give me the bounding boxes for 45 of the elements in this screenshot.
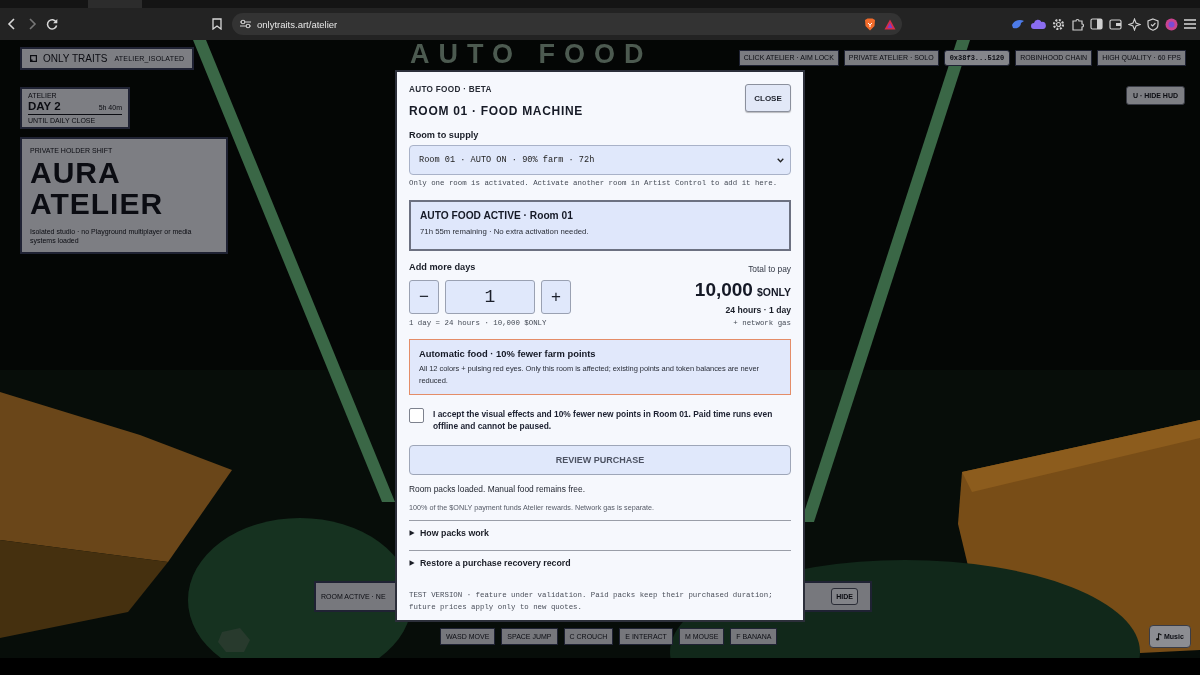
- disclosure-toggle[interactable]: Restore a purchase recovery record: [409, 550, 791, 580]
- sidebar-icon[interactable]: [1090, 18, 1103, 30]
- status-title: AUTO FOOD ACTIVE · Room 01: [420, 210, 574, 222]
- wallet-icon[interactable]: [1109, 18, 1122, 30]
- reload-icon[interactable]: [46, 18, 58, 30]
- brand-title: ONLY TRAITS: [43, 53, 108, 64]
- puzzle-icon[interactable]: [1071, 17, 1084, 31]
- address-bar[interactable]: onlytraits.art/atelier: [232, 13, 902, 35]
- currency-label: $ONLY: [756, 286, 791, 298]
- leaf-icon[interactable]: [1011, 18, 1025, 30]
- day-title: DAY 2: [28, 100, 61, 113]
- consent-text: I accept the visual effects and 10% fewer new points in Room 01. Paid time runs even offline and cannot be paused.: [433, 408, 774, 432]
- increment-button[interactable]: +: [541, 280, 571, 314]
- dialog-eyebrow: AUTO FOOD · BETA: [409, 85, 493, 95]
- field-label: Add more days: [409, 262, 477, 273]
- room-select[interactable]: Room 01 · AUTO ON · 90% farm · 72h: [409, 145, 791, 175]
- sparkle-icon[interactable]: [1128, 17, 1141, 31]
- profile-icon[interactable]: [1165, 17, 1178, 31]
- warning-title: Automatic food · 10% fewer farm points: [419, 348, 597, 359]
- shield-icon[interactable]: [1147, 17, 1159, 31]
- triangle-icon[interactable]: [884, 18, 896, 30]
- menu-icon[interactable]: [1184, 19, 1196, 29]
- status-message: Room packs loaded. Manual food remains free.: [409, 484, 586, 494]
- field-label: Room to supply: [409, 130, 480, 141]
- dialog-title: ROOM 01 · FOOD MACHINE: [409, 104, 584, 118]
- days-input[interactable]: 1: [445, 280, 535, 314]
- disclosure-toggle[interactable]: How packs work: [409, 520, 791, 550]
- music-note-icon: [1156, 632, 1162, 641]
- total-label: Total to pay: [748, 264, 791, 274]
- forward-icon[interactable]: [26, 18, 38, 30]
- total-amount: 10,000: [694, 279, 753, 301]
- cloud-icon[interactable]: [1031, 18, 1046, 30]
- wall-sign: AUTO FOOD: [410, 41, 653, 68]
- consent-checkbox[interactable]: [409, 408, 424, 423]
- back-icon[interactable]: [6, 18, 18, 30]
- decrement-button[interactable]: −: [409, 280, 439, 314]
- site-settings-icon[interactable]: [240, 19, 251, 29]
- close-button[interactable]: CLOSE: [745, 84, 791, 112]
- bookmark-icon[interactable]: [212, 18, 222, 30]
- gear-icon[interactable]: [1052, 17, 1065, 31]
- shield-logo-icon[interactable]: [864, 17, 876, 31]
- chevron-down-icon: [777, 157, 784, 163]
- square-logo-icon: [30, 55, 37, 62]
- duration-text: 24 hours · 1 day: [725, 305, 791, 315]
- shift-title: AURA ATELIER: [30, 157, 165, 219]
